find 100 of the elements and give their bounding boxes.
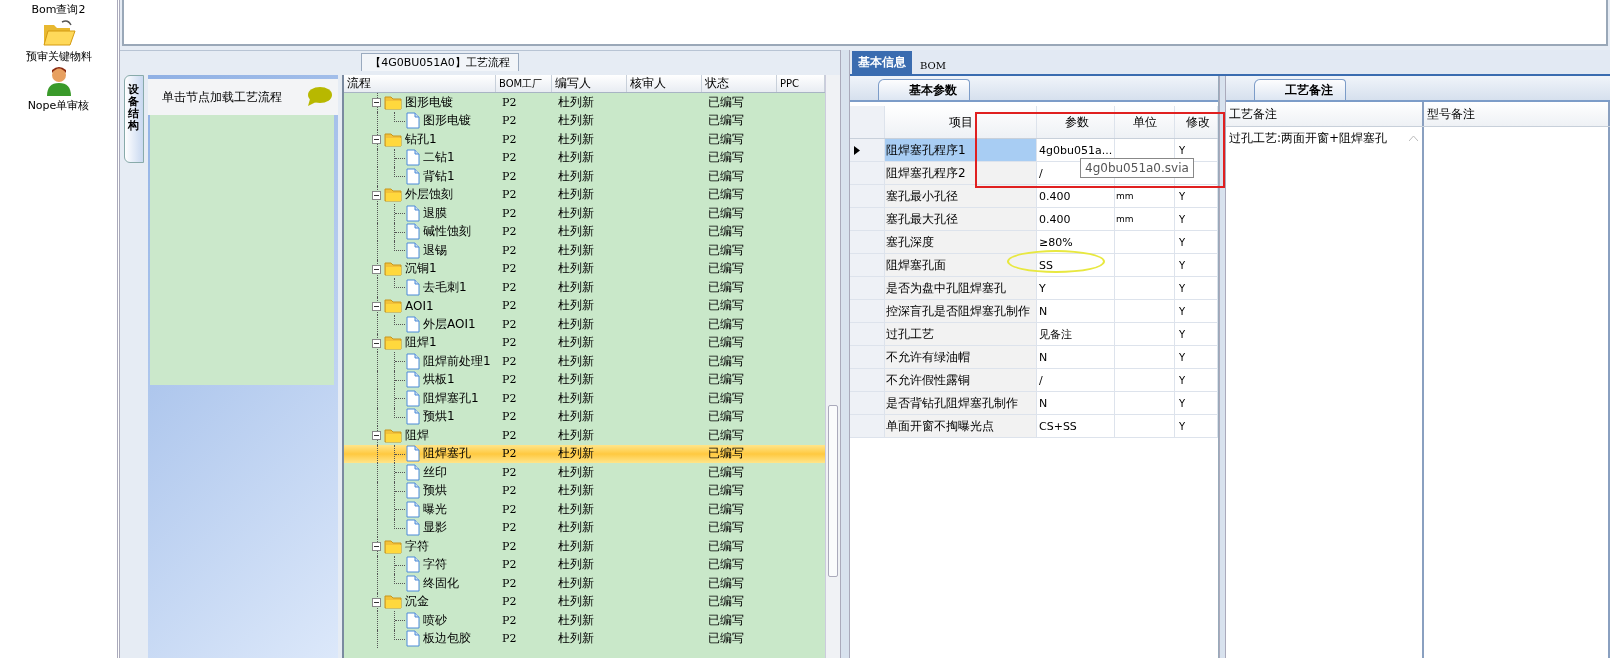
table-cell-text: P2	[501, 428, 518, 442]
person-icon[interactable]	[45, 66, 72, 96]
document-icon	[406, 574, 420, 592]
table-cell: SS	[1037, 254, 1115, 276]
tree-row[interactable]: 终固化 P2 杜列新 已编写	[344, 574, 825, 593]
collapse-icon[interactable]	[372, 597, 381, 607]
tree-row[interactable]: 钻孔1 P2 杜列新 已编写	[344, 130, 825, 149]
tree-row[interactable]: 字符 P2 杜列新 已编写	[344, 537, 825, 556]
tree-row[interactable]: 沉金 P2 杜列新 已编写	[344, 592, 825, 611]
tree-row[interactable]: 显影 P2 杜列新 已编写	[344, 518, 825, 537]
column-header[interactable]: 单位	[1115, 106, 1175, 138]
document-icon	[406, 556, 420, 574]
tree-row[interactable]: 板边包胶 P2 杜列新 已编写	[344, 629, 825, 648]
tree-row[interactable]: 二钻1 P2 杜列新 已编写	[344, 148, 825, 167]
row-header[interactable]	[850, 139, 885, 161]
tree-row[interactable]: 阻焊1 P2 杜列新 已编写	[344, 333, 825, 352]
column-header[interactable]: 修改	[1175, 106, 1218, 138]
document-icon	[406, 371, 420, 389]
parameter-row[interactable]: 是否为盘中孔阻焊塞孔 Y Y	[850, 277, 1218, 300]
subtab[interactable]: 基本参数	[878, 79, 970, 100]
document-icon	[406, 482, 420, 500]
parameter-row[interactable]: 塞孔深度 ≥80% Y	[850, 231, 1218, 254]
parameter-row[interactable]: 单面开窗不掏曝光点 CS+SS Y	[850, 415, 1218, 438]
column-header[interactable]: 流程	[344, 75, 496, 92]
table-cell-text: 杜列新	[557, 241, 595, 259]
parameter-row[interactable]: 不允许假性露铜 / Y	[850, 369, 1218, 392]
parameter-row[interactable]: 是否背钻孔阻焊塞孔制作 N Y	[850, 392, 1218, 415]
collapse-icon[interactable]	[372, 338, 381, 348]
tree-row[interactable]: 外层蚀刻 P2 杜列新 已编写	[344, 185, 825, 204]
tab[interactable]: BOM	[914, 57, 952, 74]
tree-row[interactable]: 曝光 P2 杜列新 已编写	[344, 500, 825, 519]
collapse-icon[interactable]	[372, 264, 381, 274]
table-cell-text: 已编写	[707, 315, 745, 333]
tree-row[interactable]: AOI1 P2 杜列新 已编写	[344, 296, 825, 315]
tab[interactable]: 基本信息	[852, 51, 912, 74]
folder-icon	[384, 187, 402, 203]
sidebar-item-label[interactable]: 预审关键物料	[25, 49, 92, 64]
tree-row[interactable]: 阻焊塞孔 P2 杜列新 已编写	[344, 444, 825, 463]
folder-icon	[384, 261, 402, 277]
column-header[interactable]: 参数	[1037, 106, 1115, 138]
column-header[interactable]: BOM工厂	[496, 75, 552, 92]
node-label: 阻焊	[405, 426, 429, 444]
open-folder-icon[interactable]	[41, 19, 76, 47]
tree-row[interactable]: 退膜 P2 杜列新 已编写	[344, 204, 825, 223]
header-corner	[850, 106, 885, 138]
sidebar-item-label[interactable]: Bom查询2	[31, 2, 86, 17]
table-cell-text: 已编写	[707, 593, 745, 611]
column-header[interactable]: 核审人	[627, 75, 702, 92]
column-header[interactable]: 编写人	[552, 75, 627, 92]
scrollbar[interactable]	[825, 75, 840, 658]
tree-row[interactable]: 碱性蚀刻 P2 杜列新 已编写	[344, 222, 825, 241]
tree-row[interactable]: 阻焊塞孔1 P2 杜列新 已编写	[344, 389, 825, 408]
splitter[interactable]	[1219, 76, 1226, 658]
tree-row[interactable]: 图形电镀 P2 杜列新 已编写	[344, 111, 825, 130]
parameter-row[interactable]: 阻焊塞孔面 SS Y	[850, 254, 1218, 277]
table-cell: 是否为盘中孔阻焊塞孔	[885, 277, 1037, 299]
column-header[interactable]: 项目	[885, 106, 1037, 138]
node-label: 去毛刺1	[423, 278, 467, 296]
tree-row[interactable]: 丝印 P2 杜列新 已编写	[344, 463, 825, 482]
parameter-row[interactable]: 塞孔最大孔径 0.400 mm Y	[850, 208, 1218, 231]
tree-row[interactable]: 烘板1 P2 杜列新 已编写	[344, 370, 825, 389]
tree-row[interactable]: 字符 P2 杜列新 已编写	[344, 555, 825, 574]
tree-row[interactable]: 阻焊 P2 杜列新 已编写	[344, 426, 825, 445]
parameter-row[interactable]: 控深盲孔是否阻焊塞孔制作 N Y	[850, 300, 1218, 323]
vertical-tab[interactable]: 设备结构	[124, 75, 144, 163]
table-cell-text: 已编写	[707, 408, 745, 426]
tree-row[interactable]: 图形电镀 P2 杜列新 已编写	[344, 93, 825, 112]
tree-row[interactable]: 退锡 P2 杜列新 已编写	[344, 241, 825, 260]
collapse-icon[interactable]	[372, 431, 381, 440]
collapse-icon[interactable]	[372, 542, 381, 551]
table-cell: 阻焊塞孔程序2	[885, 162, 1037, 184]
tree-row[interactable]: 喷砂 P2 杜列新 已编写	[344, 611, 825, 630]
tree-row[interactable]: 阻焊前处理1 P2 杜列新 已编写	[344, 352, 825, 371]
table-cell: 不允许假性露铜	[885, 369, 1037, 391]
tree-row[interactable]: 沉铜1 P2 杜列新 已编写	[344, 259, 825, 278]
sidebar-item-label[interactable]: Nope单审核	[27, 98, 90, 113]
parameter-row[interactable]: 不允许有绿油帽 N Y	[850, 346, 1218, 369]
scroll-up-icon[interactable]	[1409, 135, 1418, 141]
parameter-row[interactable]: 塞孔最小孔径 0.400 mm Y	[850, 185, 1218, 208]
parameter-row[interactable]: 过孔工艺 见备注 Y	[850, 323, 1218, 346]
collapse-icon[interactable]	[372, 135, 381, 144]
tree-row[interactable]: 预烘 P2 杜列新 已编写	[344, 481, 825, 500]
current-row-icon	[854, 145, 860, 155]
table-cell-text: 杜列新	[557, 352, 595, 370]
column-header[interactable]: 状态	[702, 75, 777, 92]
table-cell-text: P2	[501, 632, 518, 646]
node-label: 阻焊前处理1	[423, 352, 491, 370]
table-cell: 0.400	[1037, 208, 1115, 230]
column-header[interactable]: 型号备注	[1424, 102, 1610, 126]
document-icon	[406, 112, 420, 130]
tree-row[interactable]: 外层AOI1 P2 杜列新 已编写	[344, 315, 825, 334]
table-cell-text: 已编写	[707, 630, 745, 648]
tree-row[interactable]: 去毛刺1 P2 杜列新 已编写	[344, 278, 825, 297]
collapse-icon[interactable]	[372, 98, 381, 107]
tree-row[interactable]: 预烘1 P2 杜列新 已编写	[344, 407, 825, 426]
subtab[interactable]: 工艺备注	[1254, 79, 1346, 100]
column-header[interactable]: 工艺备注	[1226, 102, 1424, 126]
collapse-icon[interactable]	[372, 301, 381, 311]
collapse-icon[interactable]	[372, 190, 381, 200]
tree-row[interactable]: 背钻1 P2 杜列新 已编写	[344, 167, 825, 186]
